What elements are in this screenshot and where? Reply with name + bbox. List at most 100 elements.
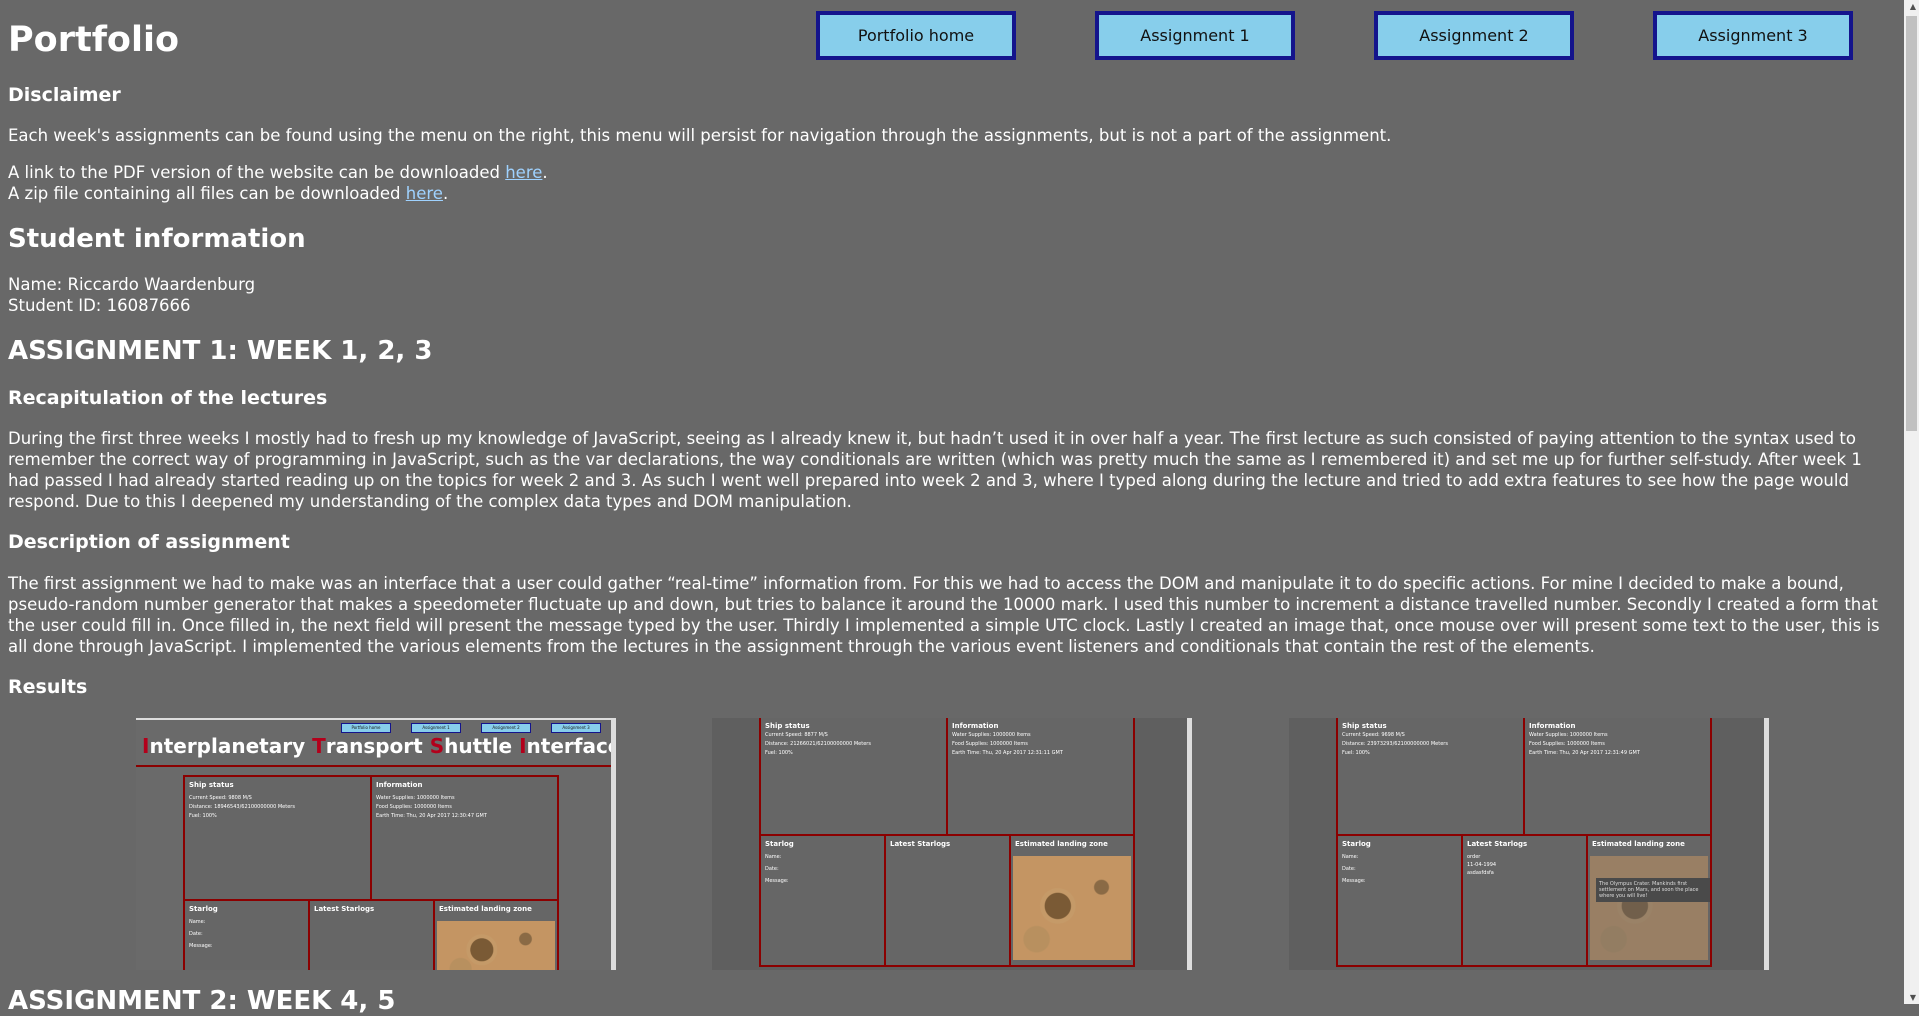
starlog-panel: Starlog Name: Date: Message: [1336,834,1463,967]
scroll-up-icon[interactable]: ▲ [1910,2,1916,11]
information-panel: Information Water Supplies: 1000000 Item… [946,718,1135,836]
assignment-1-heading: ASSIGNMENT 1: WEEK 1, 2, 3 [8,336,433,366]
speed-text: Current Speed: 8877 M/S [765,732,828,738]
result-screenshot-2: Ship status Current Speed: 8877 M/S Dist… [712,718,1192,970]
time-text: Earth Time: Thu, 20 Apr 2017 12:31:11 GM… [952,750,1063,756]
form-label: Date: [1342,866,1356,872]
food-text: Food Supplies: 1000000 Items [952,741,1028,747]
distance-text: Distance: 18946543/62100000000 Meters [189,804,295,810]
panel-heading: Starlog [189,905,218,913]
ship-status-panel: Ship status Current Speed: 8877 M/S Dist… [759,718,948,836]
log-entry: order [1467,854,1481,860]
speed-text: Current Speed: 9808 M/S [189,795,252,801]
panel-heading: Ship status [765,722,810,730]
information-panel: Information Water Supplies: 1000000 Item… [1523,718,1712,836]
zip-line-text: A zip file containing all files can be d… [8,184,406,203]
time-text: Earth Time: Thu, 20 Apr 2017 12:31:49 GM… [1529,750,1640,756]
description-heading: Description of assignment [8,531,290,553]
crater-tooltip: The Olympus Crater. Mankinds first settl… [1596,878,1710,902]
log-entry: asdasfdsfa [1467,870,1494,876]
mars-crater-image [1590,856,1708,960]
scrollbar-thumb[interactable] [1906,16,1917,431]
food-text: Food Supplies: 1000000 Items [1529,741,1605,747]
scrollbar [611,720,616,970]
water-text: Water Supplies: 1000000 Items [1529,732,1608,738]
panel-heading: Latest Starlogs [314,905,375,913]
form-label: Date: [765,866,779,872]
student-name: Name: Riccardo Waardenburg [8,275,256,294]
result-screenshot-3: Ship status Current Speed: 9698 M/S Dist… [1289,718,1769,970]
water-text: Water Supplies: 1000000 Items [376,795,455,801]
mini-nav-button: Assignment 2 [481,723,531,733]
top-nav: Portfolio home Assignment 1 Assignment 2… [816,11,1866,61]
description-text: The first assignment we had to make was … [8,574,1880,656]
mini-nav-button: Assignment 3 [551,723,601,733]
recap-text: During the first three weeks I mostly ha… [8,429,1862,511]
panel-heading: Ship status [189,781,234,789]
fuel-text: Fuel: 100% [1342,750,1370,756]
food-text: Food Supplies: 1000000 Items [376,804,452,810]
scroll-down-icon[interactable]: ▼ [1910,993,1916,1002]
scrollbar [1764,718,1769,970]
page-scrollbar[interactable]: ▲ ▼ [1904,0,1919,1004]
log-entry: 11-04-1994 [1467,862,1497,868]
panel-heading: Starlog [1342,840,1371,848]
distance-text: Distance: 21266021/62100000000 Meters [765,741,871,747]
panel-heading: Information [952,722,999,730]
scrollbar [1187,718,1192,970]
assignment-2-heading: ASSIGNMENT 2: WEEK 4, 5 [8,986,396,1016]
form-label: Name: [765,854,782,860]
form-label: Date: [189,931,203,937]
water-text: Water Supplies: 1000000 Items [952,732,1031,738]
fuel-text: Fuel: 100% [189,813,217,819]
zip-line: A zip file containing all files can be d… [8,183,448,204]
nav-assignment-2-button[interactable]: Assignment 2 [1374,11,1574,60]
panel-heading: Latest Starlogs [1467,840,1528,848]
panel-heading: Estimated landing zone [1592,840,1685,848]
form-label: Name: [1342,854,1359,860]
divider [136,765,611,767]
ship-status-panel: Ship status Current Speed: 9698 M/S Dist… [1336,718,1525,836]
latest-starlogs-panel: Latest Starlogs order 11-04-1994 asdasfd… [1461,834,1588,967]
disclaimer-heading: Disclaimer [8,84,121,106]
fuel-text: Fuel: 100% [765,750,793,756]
student-id: Student ID: 16087666 [8,296,191,315]
pdf-line: A link to the PDF version of the website… [8,162,548,183]
mars-crater-image [1013,856,1131,960]
panel-heading: Information [376,781,423,789]
latest-starlogs-panel: Latest Starlogs [884,834,1011,967]
time-text: Earth Time: Thu, 20 Apr 2017 12:30:47 GM… [376,813,487,819]
disclaimer-text: Each week's assignments can be found usi… [8,126,1392,145]
nav-portfolio-home-button[interactable]: Portfolio home [816,11,1016,60]
landing-zone-panel: Estimated landing zone The Olympus Crate… [1586,834,1712,967]
result-screenshot-1: Portfolio home Assignment 1 Assignment 2… [136,718,616,970]
pdf-line-end: . [542,163,548,182]
panel-heading: Information [1529,722,1576,730]
mini-nav-button: Assignment 1 [411,723,461,733]
panel-heading: Estimated landing zone [439,905,532,913]
zip-download-link[interactable]: here [406,184,443,203]
recap-heading: Recapitulation of the lectures [8,387,328,409]
nav-assignment-1-button[interactable]: Assignment 1 [1095,11,1295,60]
pdf-line-text: A link to the PDF version of the website… [8,163,506,182]
form-label: Message: [1342,878,1366,884]
zip-line-end: . [442,184,449,203]
form-label: Message: [765,878,789,884]
ship-status-panel: Ship status Current Speed: 9808 M/S Dist… [183,775,372,901]
panel-heading: Latest Starlogs [890,840,951,848]
page-title: Portfolio [8,20,180,60]
panel-heading: Ship status [1342,722,1387,730]
pdf-download-link[interactable]: here [505,163,542,182]
nav-assignment-3-button[interactable]: Assignment 3 [1653,11,1853,60]
distance-text: Distance: 23973293/62100000000 Meters [1342,741,1448,747]
mini-nav-button: Portfolio home [341,723,391,733]
form-label: Name: [189,919,206,925]
starlog-panel: Starlog Name: Date: Message: [183,899,310,970]
information-panel: Information Water Supplies: 1000000 Item… [370,775,559,901]
latest-starlogs-panel: Latest Starlogs [308,899,435,970]
app-title: Interplanetary Transport Shuttle Interfa… [142,734,616,758]
panel-heading: Starlog [765,840,794,848]
panel-heading: Estimated landing zone [1015,840,1108,848]
starlog-panel: Starlog Name: Date: Message: [759,834,886,967]
mars-crater-image [437,921,555,970]
